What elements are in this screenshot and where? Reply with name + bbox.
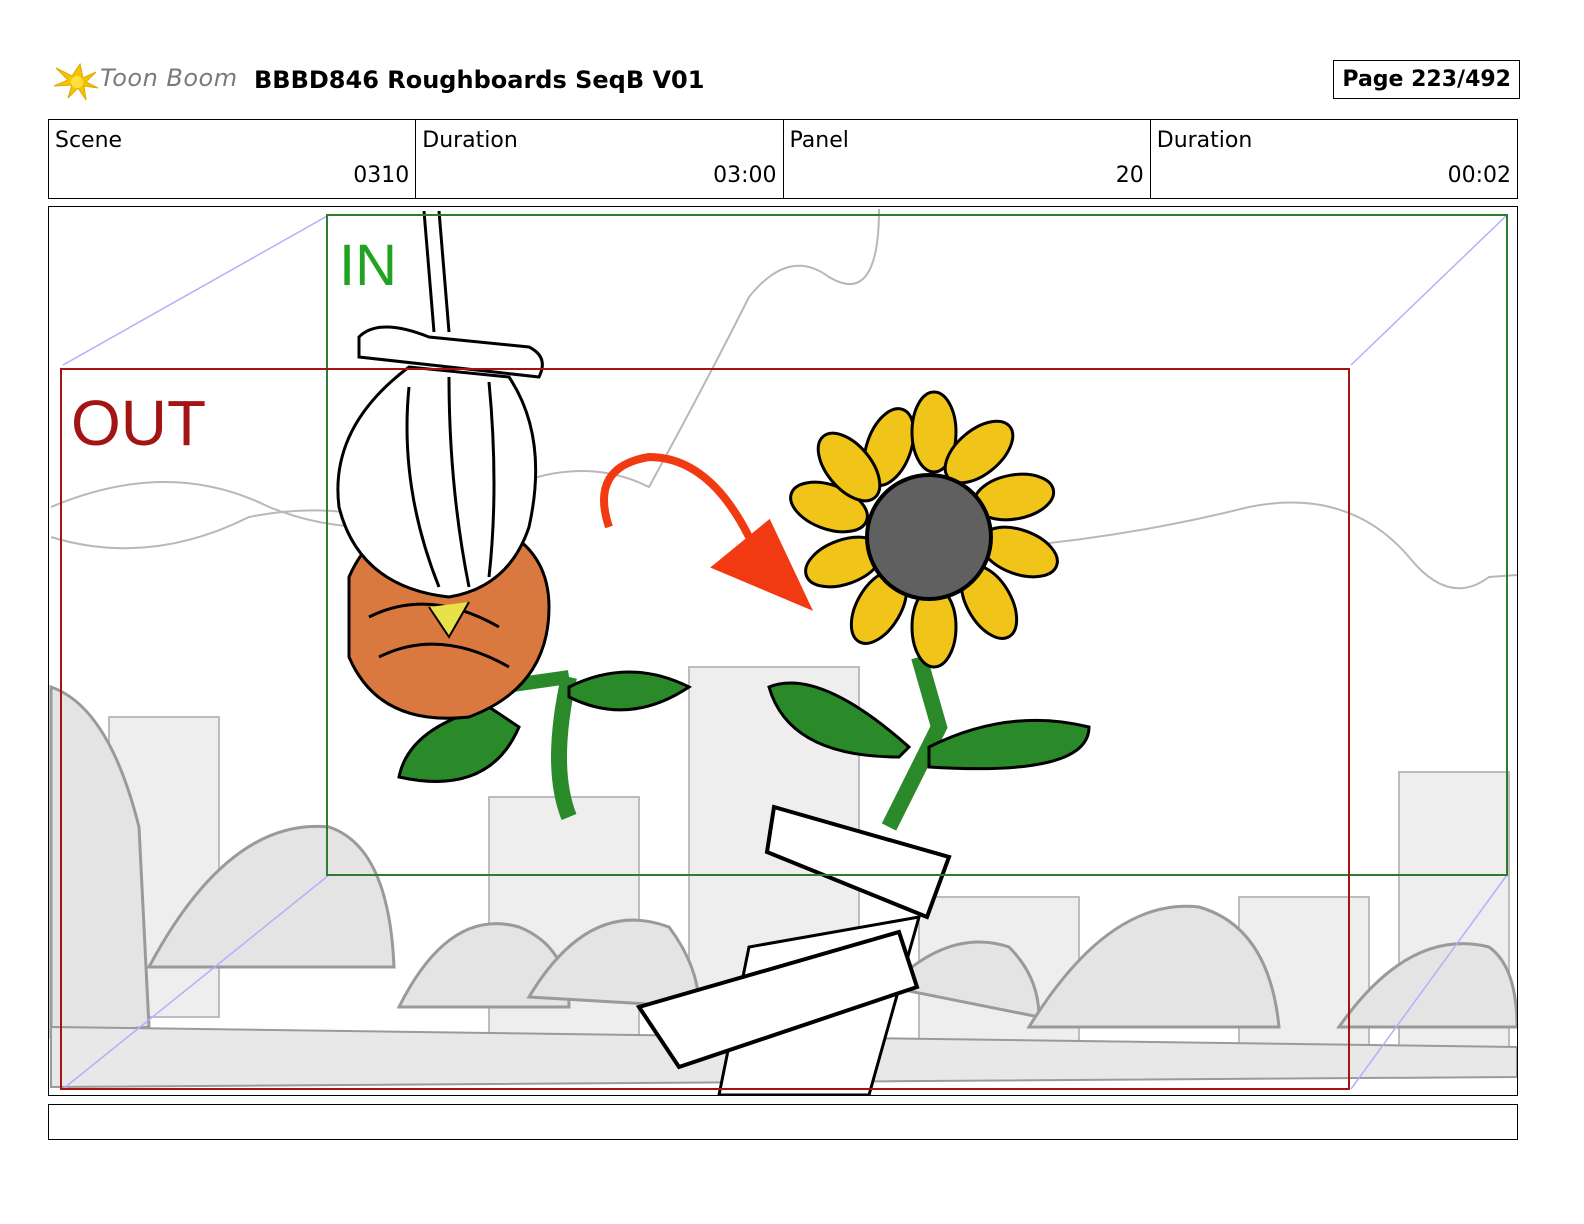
out-label: OUT (71, 387, 206, 459)
scene-label: Scene (55, 128, 123, 153)
panel-value: 20 (1115, 163, 1144, 188)
document-title: BBBD846 Roughboards SeqB V01 (254, 66, 705, 94)
storyboard-panel: IN OUT (48, 206, 1518, 1096)
in-label: IN (339, 233, 397, 298)
panel-notes-box (48, 1104, 1518, 1140)
panel-drawing: IN OUT (49, 208, 1517, 1095)
panel-cell: Panel 20 (784, 120, 1151, 198)
scene-duration-value: 03:00 (713, 163, 777, 188)
scene-duration-label: Duration (422, 128, 518, 153)
panel-duration-label: Duration (1156, 128, 1253, 153)
scene-cell: Scene 0310 (49, 120, 417, 198)
starburst-icon (53, 62, 99, 101)
scene-value: 0310 (353, 163, 410, 188)
logo-text: Toon Boom (100, 64, 238, 92)
panel-duration-cell: Duration 00:02 (1151, 120, 1517, 198)
scene-duration-cell: Duration 03:00 (416, 120, 784, 198)
panel-info-table: Scene 0310 Duration 03:00 Panel 20 Durat… (48, 119, 1518, 199)
panel-duration-value: 00:02 (1447, 163, 1511, 188)
toon-boom-logo: Toon Boom (50, 58, 240, 104)
motion-arrow (600, 452, 814, 611)
panel-label: Panel (789, 128, 849, 153)
page-number: Page 223/492 (1333, 60, 1520, 99)
header: Toon Boom BBBD846 Roughboards SeqB V01 P… (50, 58, 1520, 104)
